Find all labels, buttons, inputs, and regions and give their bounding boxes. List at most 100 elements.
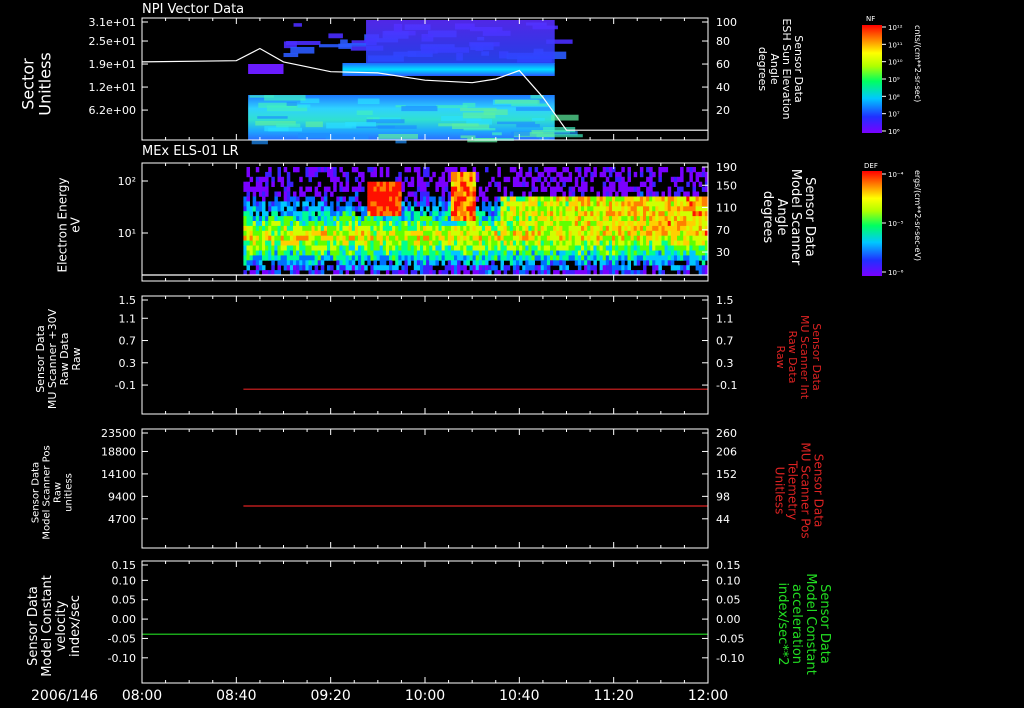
- els-cell: [695, 171, 700, 178]
- els-cell: [450, 250, 455, 256]
- els-cell: [463, 245, 467, 251]
- els-cell: [401, 206, 405, 212]
- els-cell: [389, 206, 393, 212]
- els-cell: [584, 265, 588, 271]
- els-cell: [519, 211, 523, 217]
- els-cell: [286, 255, 291, 261]
- els-cell: [423, 250, 427, 256]
- els-cell: [389, 250, 393, 256]
- els-cell: [311, 171, 315, 178]
- els-cell: [444, 255, 449, 261]
- els-cell: [382, 206, 387, 212]
- els-cell: [500, 206, 504, 212]
- els-cell: [553, 250, 557, 256]
- els-cell: [673, 201, 678, 207]
- els-cell: [398, 225, 402, 232]
- els-cell: [413, 230, 418, 237]
- els-cell: [457, 186, 461, 192]
- els-cell: [565, 176, 569, 183]
- els-cell: [652, 260, 656, 266]
- els-cell: [454, 245, 458, 251]
- time-tick-label: 08:00: [122, 688, 162, 704]
- els-cell: [252, 240, 257, 246]
- els-cell: [398, 245, 402, 251]
- els-cell: [262, 255, 266, 261]
- els-cell: [624, 225, 628, 232]
- els-cell: [565, 255, 569, 261]
- els-cell: [546, 245, 551, 251]
- els-cell: [627, 230, 631, 237]
- els-cell: [683, 201, 687, 207]
- els-cell: [683, 245, 687, 251]
- els-cell: [382, 265, 387, 271]
- els-cell: [373, 191, 377, 197]
- els-cell: [289, 225, 294, 232]
- stage: 3.1e+012.5e+011.9e+011.2e+016.2e+0010080…: [19, 2, 923, 704]
- els-cell: [543, 240, 548, 246]
- els-cell: [593, 235, 597, 241]
- els-cell: [336, 216, 340, 222]
- els-cell: [379, 211, 384, 217]
- els-cell: [370, 201, 374, 207]
- els-cell: [630, 250, 635, 256]
- els-cell: [686, 230, 690, 237]
- els-cell: [497, 250, 501, 256]
- els-cell: [447, 201, 452, 207]
- els-cell: [627, 255, 631, 261]
- els-cell: [658, 250, 662, 256]
- els-cell: [286, 201, 291, 207]
- els-cell: [491, 230, 495, 237]
- els-cell: [395, 181, 399, 187]
- els-cell: [317, 191, 322, 197]
- els-cell: [413, 225, 418, 232]
- els-cell: [565, 206, 569, 212]
- els-cell: [568, 211, 573, 217]
- els-cell: [627, 206, 631, 212]
- els-cell: [299, 250, 303, 256]
- els-cell: [596, 221, 600, 227]
- els-cell: [438, 230, 442, 237]
- els-cell: [339, 260, 343, 266]
- els-cell: [512, 167, 517, 173]
- els-cell: [317, 260, 322, 266]
- els-cell: [426, 201, 430, 207]
- els-cell: [506, 250, 511, 256]
- els-cell: [447, 191, 452, 197]
- els-cell: [661, 235, 665, 241]
- els-cell: [556, 225, 560, 232]
- els-cell: [568, 206, 573, 212]
- els-cell: [658, 265, 662, 271]
- els-cell: [370, 255, 374, 261]
- els-cell: [509, 230, 514, 237]
- els-cell: [370, 250, 374, 256]
- els-cell: [689, 176, 693, 183]
- els-cell: [323, 211, 328, 217]
- els-cell: [531, 196, 535, 202]
- els-cell: [450, 221, 455, 227]
- els-cell: [633, 240, 638, 246]
- els-cell: [314, 245, 319, 251]
- els-cell: [382, 216, 387, 222]
- colorbar-tick-label: 10¹²: [888, 24, 903, 32]
- els-cell: [466, 186, 470, 192]
- els-cell: [286, 216, 291, 222]
- els-cell: [556, 230, 560, 237]
- els-cell: [299, 260, 303, 266]
- els-cell: [596, 240, 600, 246]
- els-cell: [308, 167, 312, 173]
- els-cell: [618, 211, 622, 217]
- els-cell: [646, 235, 650, 241]
- els-cell: [444, 245, 449, 251]
- els-cell: [398, 171, 402, 178]
- els-cell: [293, 201, 297, 207]
- els-cell: [333, 211, 337, 217]
- els-cell: [289, 230, 294, 237]
- els-cell: [652, 181, 656, 187]
- els-cell: [463, 235, 467, 241]
- els-cell: [283, 211, 288, 217]
- els-cell: [370, 225, 374, 232]
- els-cell: [333, 221, 337, 227]
- els-cell: [584, 216, 588, 222]
- els-cell: [342, 240, 346, 246]
- els-cell: [636, 221, 641, 227]
